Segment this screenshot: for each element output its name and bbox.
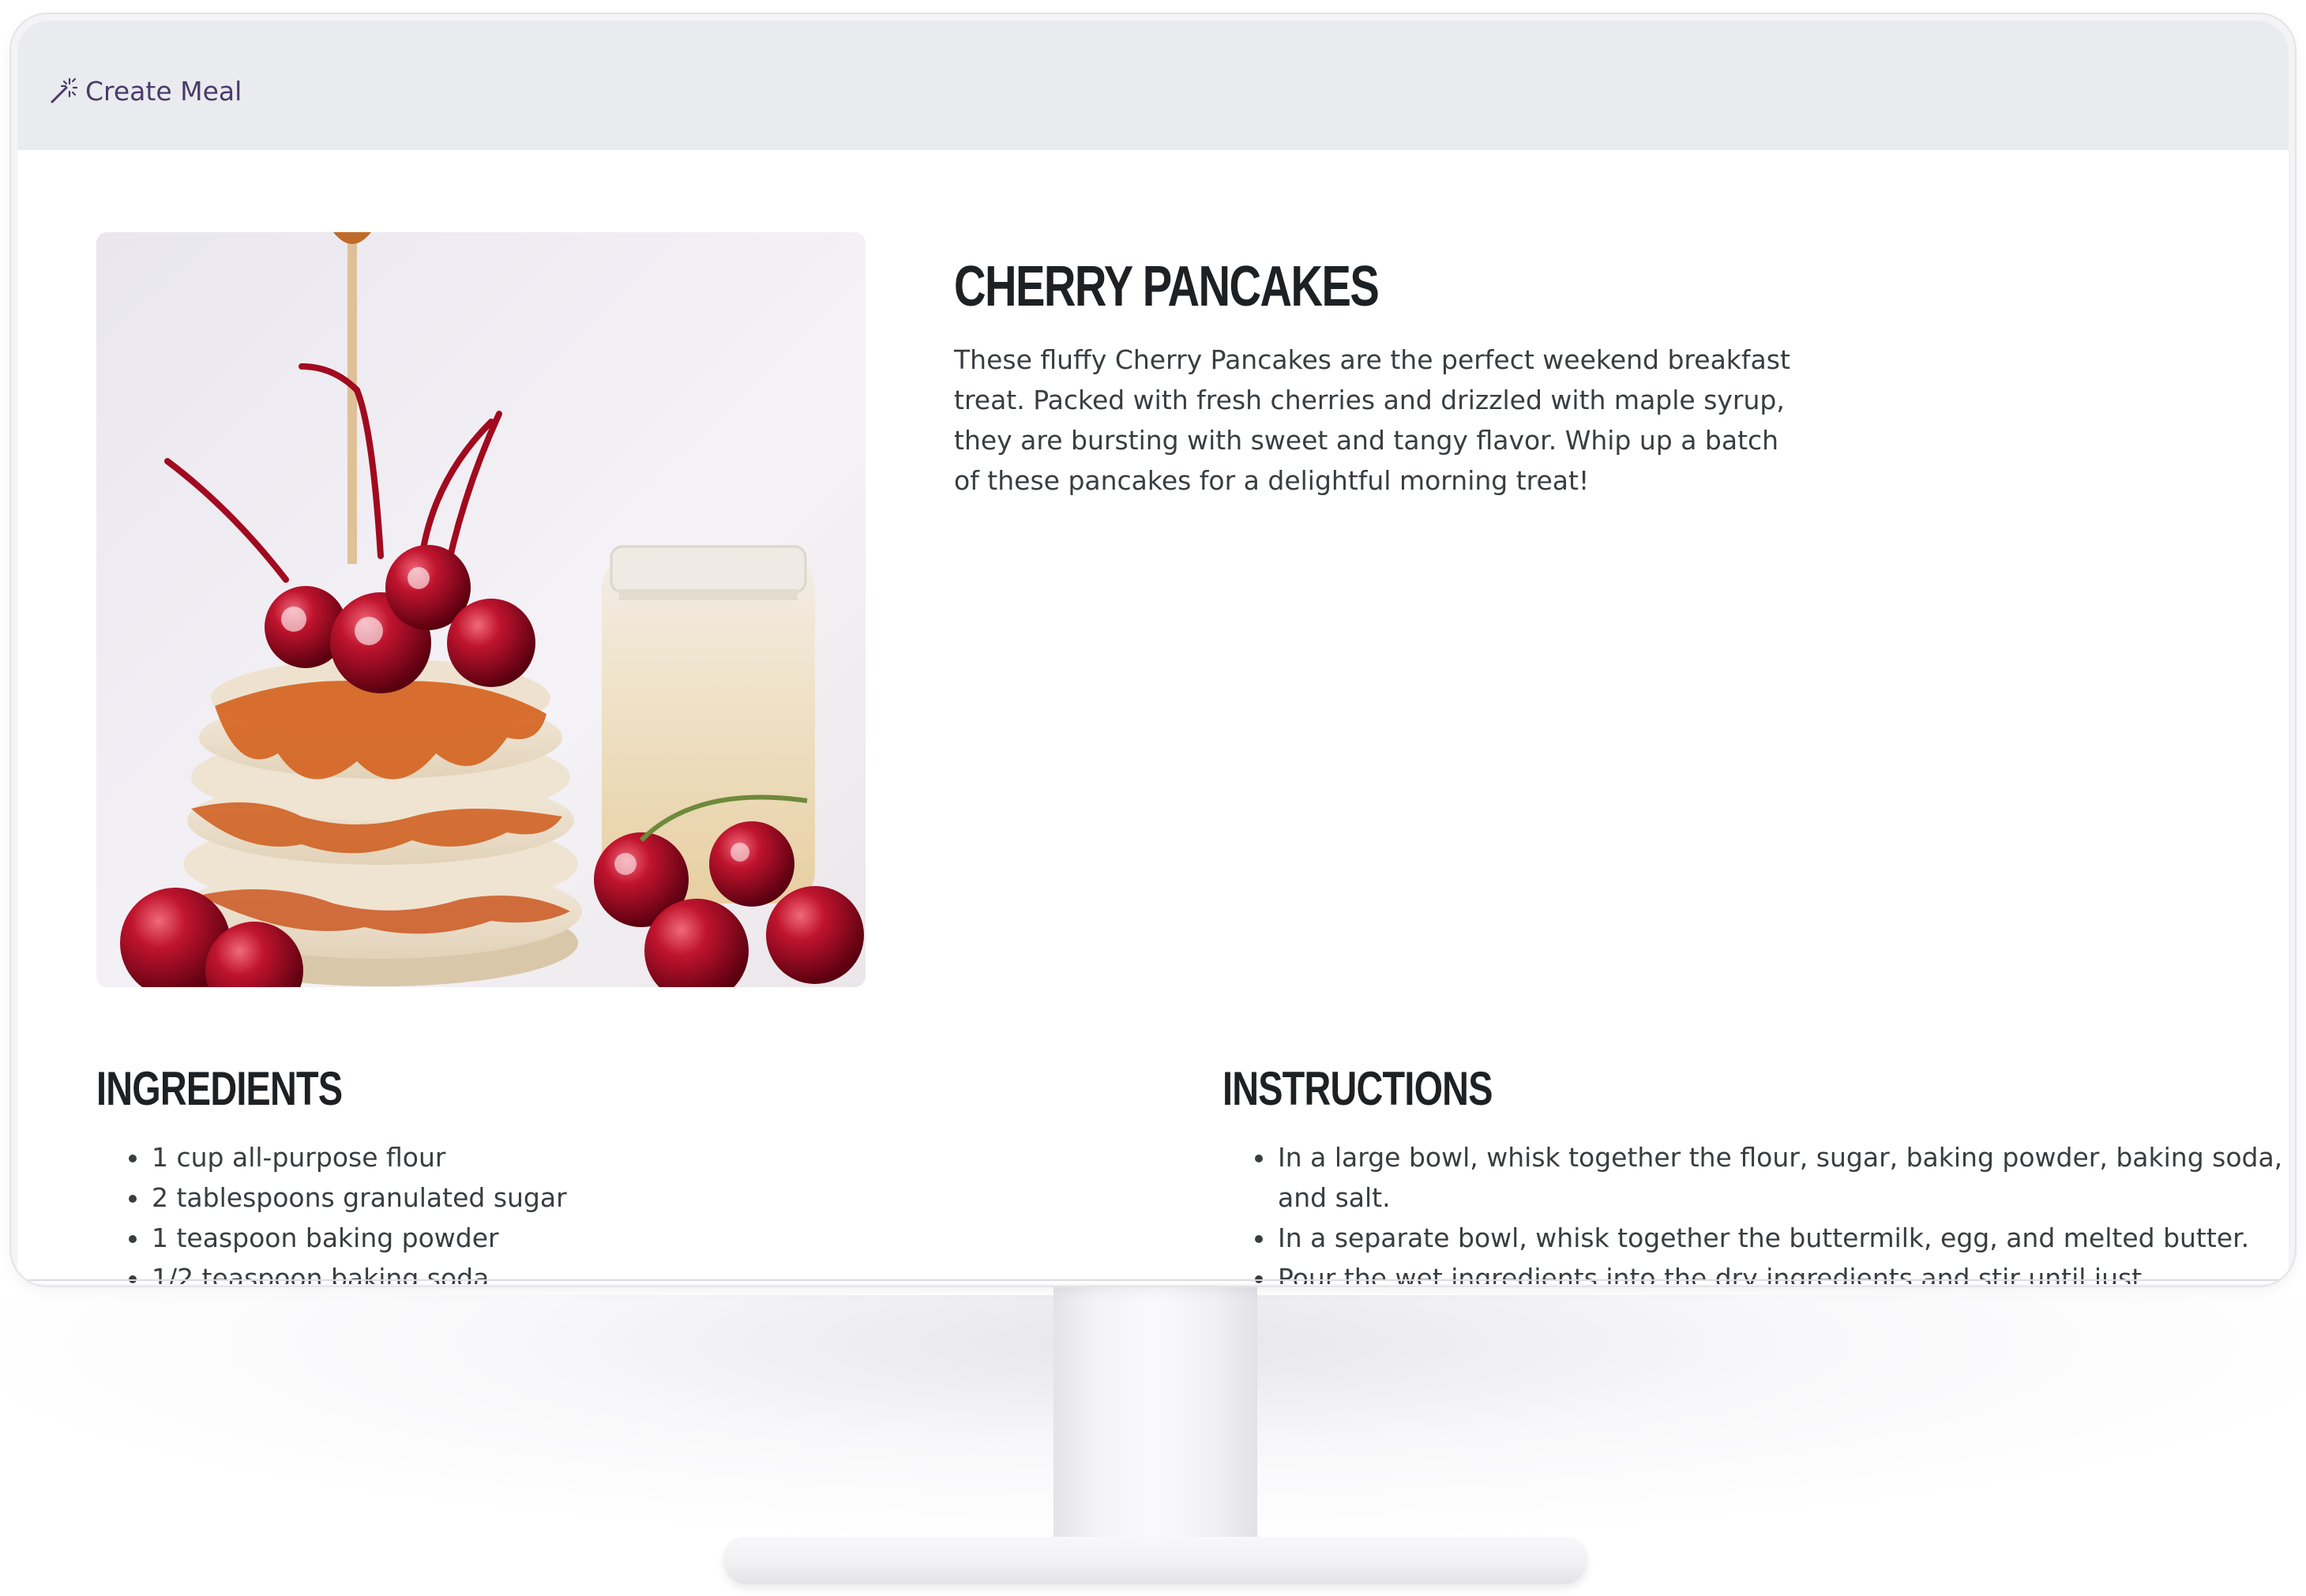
top-toolbar: Create Meal: [17, 21, 2289, 150]
ingredients-heading: INGREDIENTS: [96, 1062, 343, 1115]
instruction-step: In a large bowl, whisk together the flou…: [1276, 1137, 2289, 1218]
instruction-step: In a separate bowl, whisk together the b…: [1276, 1218, 2289, 1258]
ingredient-item: 2 tablespoons granulated sugar: [150, 1177, 1177, 1218]
recipe-title: CHERRY PANCAKES: [954, 255, 1380, 318]
instructions-heading: INSTRUCTIONS: [1222, 1062, 1493, 1115]
create-meal-button[interactable]: Create Meal: [49, 71, 242, 111]
app-screen: Create Meal CHERRY PANCAKES These fluffy…: [17, 21, 2289, 1284]
create-meal-label: Create Meal: [85, 75, 242, 107]
ingredients-list: 1 cup all-purpose flour 2 tablespoons gr…: [96, 1137, 1177, 1284]
monitor-stand-neck: [1053, 1284, 1257, 1567]
recipe-photo: [96, 232, 866, 987]
recipe-description: These fluffy Cherry Pancakes are the per…: [954, 344, 1790, 496]
screen-bottom-edge: [17, 1279, 2289, 1281]
monitor-stand-base: [723, 1537, 1587, 1584]
ingredient-item: 1 cup all-purpose flour: [150, 1137, 1177, 1177]
monitor-frame: Create Meal CHERRY PANCAKES These fluffy…: [11, 14, 2295, 1286]
magic-wand-icon: [49, 77, 78, 105]
scene: Create Meal CHERRY PANCAKES These fluffy…: [0, 0, 2306, 1596]
instructions-list: In a large bowl, whisk together the flou…: [1222, 1137, 2289, 1284]
ingredient-item: 1 teaspoon baking powder: [150, 1218, 1177, 1258]
